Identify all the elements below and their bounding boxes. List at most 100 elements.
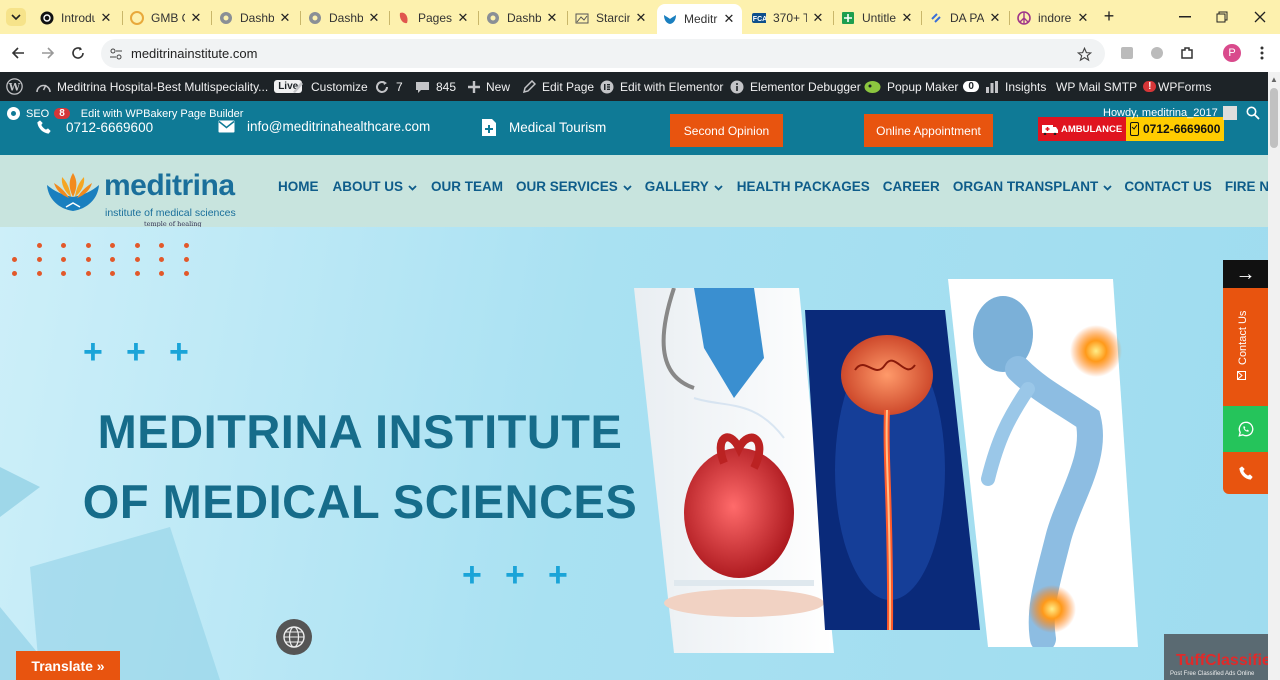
browser-tab[interactable]: Introdu ✕ xyxy=(34,4,119,32)
browser-tab[interactable]: Dashbo ✕ xyxy=(480,4,565,32)
nav-item-career[interactable]: CAREER xyxy=(883,179,940,194)
nav-item-contact-us[interactable]: CONTACT US xyxy=(1124,179,1212,194)
sheets-icon xyxy=(841,11,855,25)
close-tab-icon[interactable]: ✕ xyxy=(1076,11,1090,25)
call-button[interactable] xyxy=(1223,452,1268,494)
email-icon xyxy=(218,120,235,133)
wp-elementor-debugger[interactable]: Elementor Debugger xyxy=(730,72,861,101)
decor-dot xyxy=(61,257,66,262)
browser-tab[interactable]: Dashbo ✕ xyxy=(302,4,387,32)
browser-tab[interactable]: Starcin ✕ xyxy=(569,4,654,32)
extensions-puzzle-icon[interactable] xyxy=(1177,43,1197,63)
url-text[interactable]: meditrinainstitute.com xyxy=(131,46,257,61)
tab-separator xyxy=(921,11,922,25)
howdy-user[interactable]: Howdy, meditrina_2017 xyxy=(1103,106,1237,120)
close-tab-icon[interactable]: ✕ xyxy=(545,11,559,25)
tab-search-button[interactable] xyxy=(6,8,26,26)
decor-dot xyxy=(36,257,42,262)
extension-icon-2[interactable] xyxy=(1147,43,1167,63)
minimize-button[interactable] xyxy=(1175,7,1195,27)
whatsapp-button[interactable] xyxy=(1223,406,1268,452)
wordpress-logo-icon[interactable]: W xyxy=(6,72,23,101)
back-button[interactable] xyxy=(8,43,28,63)
wp-site-name[interactable]: Meditrina Hospital-Best Multispeciality.… xyxy=(36,72,303,101)
site-info-icon[interactable] xyxy=(107,45,125,63)
top-medical-tourism[interactable]: Medical Tourism xyxy=(482,119,606,136)
ambulance-banner[interactable]: AMBULANCE 0712-6669600 xyxy=(1038,117,1224,141)
top-phone[interactable]: 0712-6669600 xyxy=(36,119,153,135)
tab-title: Meditr xyxy=(684,12,718,26)
second-opinion-button[interactable]: Second Opinion xyxy=(670,114,783,147)
svg-text:FCA: FCA xyxy=(753,16,766,23)
close-window-button[interactable] xyxy=(1250,7,1270,27)
wp-insights[interactable]: Insights xyxy=(985,72,1046,101)
wp-new[interactable]: New xyxy=(468,72,510,101)
browser-tab[interactable]: Dashbo ✕ xyxy=(213,4,298,32)
close-tab-icon[interactable]: ✕ xyxy=(722,12,736,26)
address-bar[interactable]: meditrinainstitute.com xyxy=(101,39,1105,68)
main-navigation: meditrina institute of medical sciences … xyxy=(0,155,1280,228)
nav-item-about-us[interactable]: ABOUT US xyxy=(333,179,418,194)
wp-edit-elementor[interactable]: Edit with Elementor xyxy=(600,72,723,101)
restore-button[interactable] xyxy=(1212,7,1232,27)
browser-menu-icon[interactable] xyxy=(1252,43,1272,63)
browser-tab[interactable]: Pages ✕ xyxy=(391,4,476,32)
browser-tab[interactable]: FCA 370+ T ✕ xyxy=(746,4,831,32)
extension-icon[interactable] xyxy=(1117,43,1137,63)
close-tab-icon[interactable]: ✕ xyxy=(634,11,648,25)
nav-item-gallery[interactable]: GALLERY xyxy=(645,179,723,194)
chevron-down-icon xyxy=(408,179,417,194)
nav-item-organ-transplant[interactable]: ORGAN TRANSPLANT xyxy=(953,179,1113,194)
decor-dot xyxy=(159,271,164,276)
site-logo[interactable]: meditrina institute of medical sciences … xyxy=(44,169,244,228)
nav-item-our-services[interactable]: OUR SERVICES xyxy=(516,179,632,194)
wp-comments[interactable]: 845 xyxy=(415,72,456,101)
forward-button[interactable] xyxy=(38,43,58,63)
nav-item-our-team[interactable]: OUR TEAM xyxy=(431,179,503,194)
side-contact-us-tab[interactable]: Contact Us xyxy=(1223,288,1268,406)
phone-icon xyxy=(1238,466,1253,480)
page-scrollbar[interactable]: ▲ xyxy=(1268,72,1280,680)
translate-button[interactable]: Translate » xyxy=(16,651,120,680)
wp-updates[interactable]: 7 xyxy=(374,72,403,101)
close-tab-icon[interactable]: ✕ xyxy=(189,11,203,25)
wp-wpforms[interactable]: WPForms xyxy=(1158,72,1211,101)
close-tab-icon[interactable]: ✕ xyxy=(811,11,825,25)
browser-tab[interactable]: GMB C ✕ xyxy=(124,4,209,32)
close-tab-icon[interactable]: ✕ xyxy=(456,11,470,25)
bookmark-star-icon[interactable] xyxy=(1075,45,1093,63)
browser-tab[interactable]: DA PA ✕ xyxy=(923,4,1008,32)
online-appointment-button[interactable]: Online Appointment xyxy=(864,114,993,147)
profile-avatar[interactable]: P xyxy=(1223,44,1241,62)
chevron-down-icon xyxy=(11,14,21,21)
nav-item-home[interactable]: HOME xyxy=(278,179,319,194)
tuffclassified-badge[interactable]: TuffClassified Post Free Classified Ads … xyxy=(1164,634,1280,680)
close-tab-icon[interactable]: ✕ xyxy=(278,11,292,25)
browser-tab[interactable]: indore ✕ xyxy=(1011,4,1096,32)
mobile-icon xyxy=(1130,122,1139,136)
language-globe-button[interactable] xyxy=(276,619,312,655)
wp-customize[interactable]: Customize xyxy=(291,72,368,101)
wp-mail-smtp[interactable]: WP Mail SMTP ! xyxy=(1056,72,1157,101)
side-panel-toggle[interactable]: → xyxy=(1223,260,1268,288)
nav-item-health-packages[interactable]: HEALTH PACKAGES xyxy=(737,179,870,194)
tuff-brand-a: Tuff xyxy=(1176,652,1206,669)
tab-separator xyxy=(833,11,834,25)
top-email[interactable]: info@meditrinahealthcare.com xyxy=(218,119,430,134)
admin-search-icon[interactable] xyxy=(1246,106,1260,125)
reload-button[interactable] xyxy=(68,43,88,63)
tuff-tagline: Post Free Classified Ads Online xyxy=(1170,671,1255,677)
close-tab-icon[interactable]: ✕ xyxy=(99,11,113,25)
scrollbar-thumb[interactable] xyxy=(1270,88,1278,148)
close-tab-icon[interactable]: ✕ xyxy=(988,11,1002,25)
browser-tab[interactable]: Untitle ✕ xyxy=(835,4,920,32)
close-tab-icon[interactable]: ✕ xyxy=(367,11,381,25)
close-tab-icon[interactable]: ✕ xyxy=(900,11,914,25)
wp-popup-maker[interactable]: Popup Maker 0 xyxy=(864,72,979,101)
browser-tab[interactable]: Meditr ✕ xyxy=(657,4,742,34)
new-tab-button[interactable]: + xyxy=(1100,7,1118,26)
scroll-up-arrow-icon[interactable]: ▲ xyxy=(1270,75,1278,84)
svg-text:W: W xyxy=(8,81,21,93)
wpbakery-link[interactable]: Edit with WPBakery Page Builder xyxy=(81,108,244,120)
wp-edit-page[interactable]: Edit Page xyxy=(523,72,594,101)
